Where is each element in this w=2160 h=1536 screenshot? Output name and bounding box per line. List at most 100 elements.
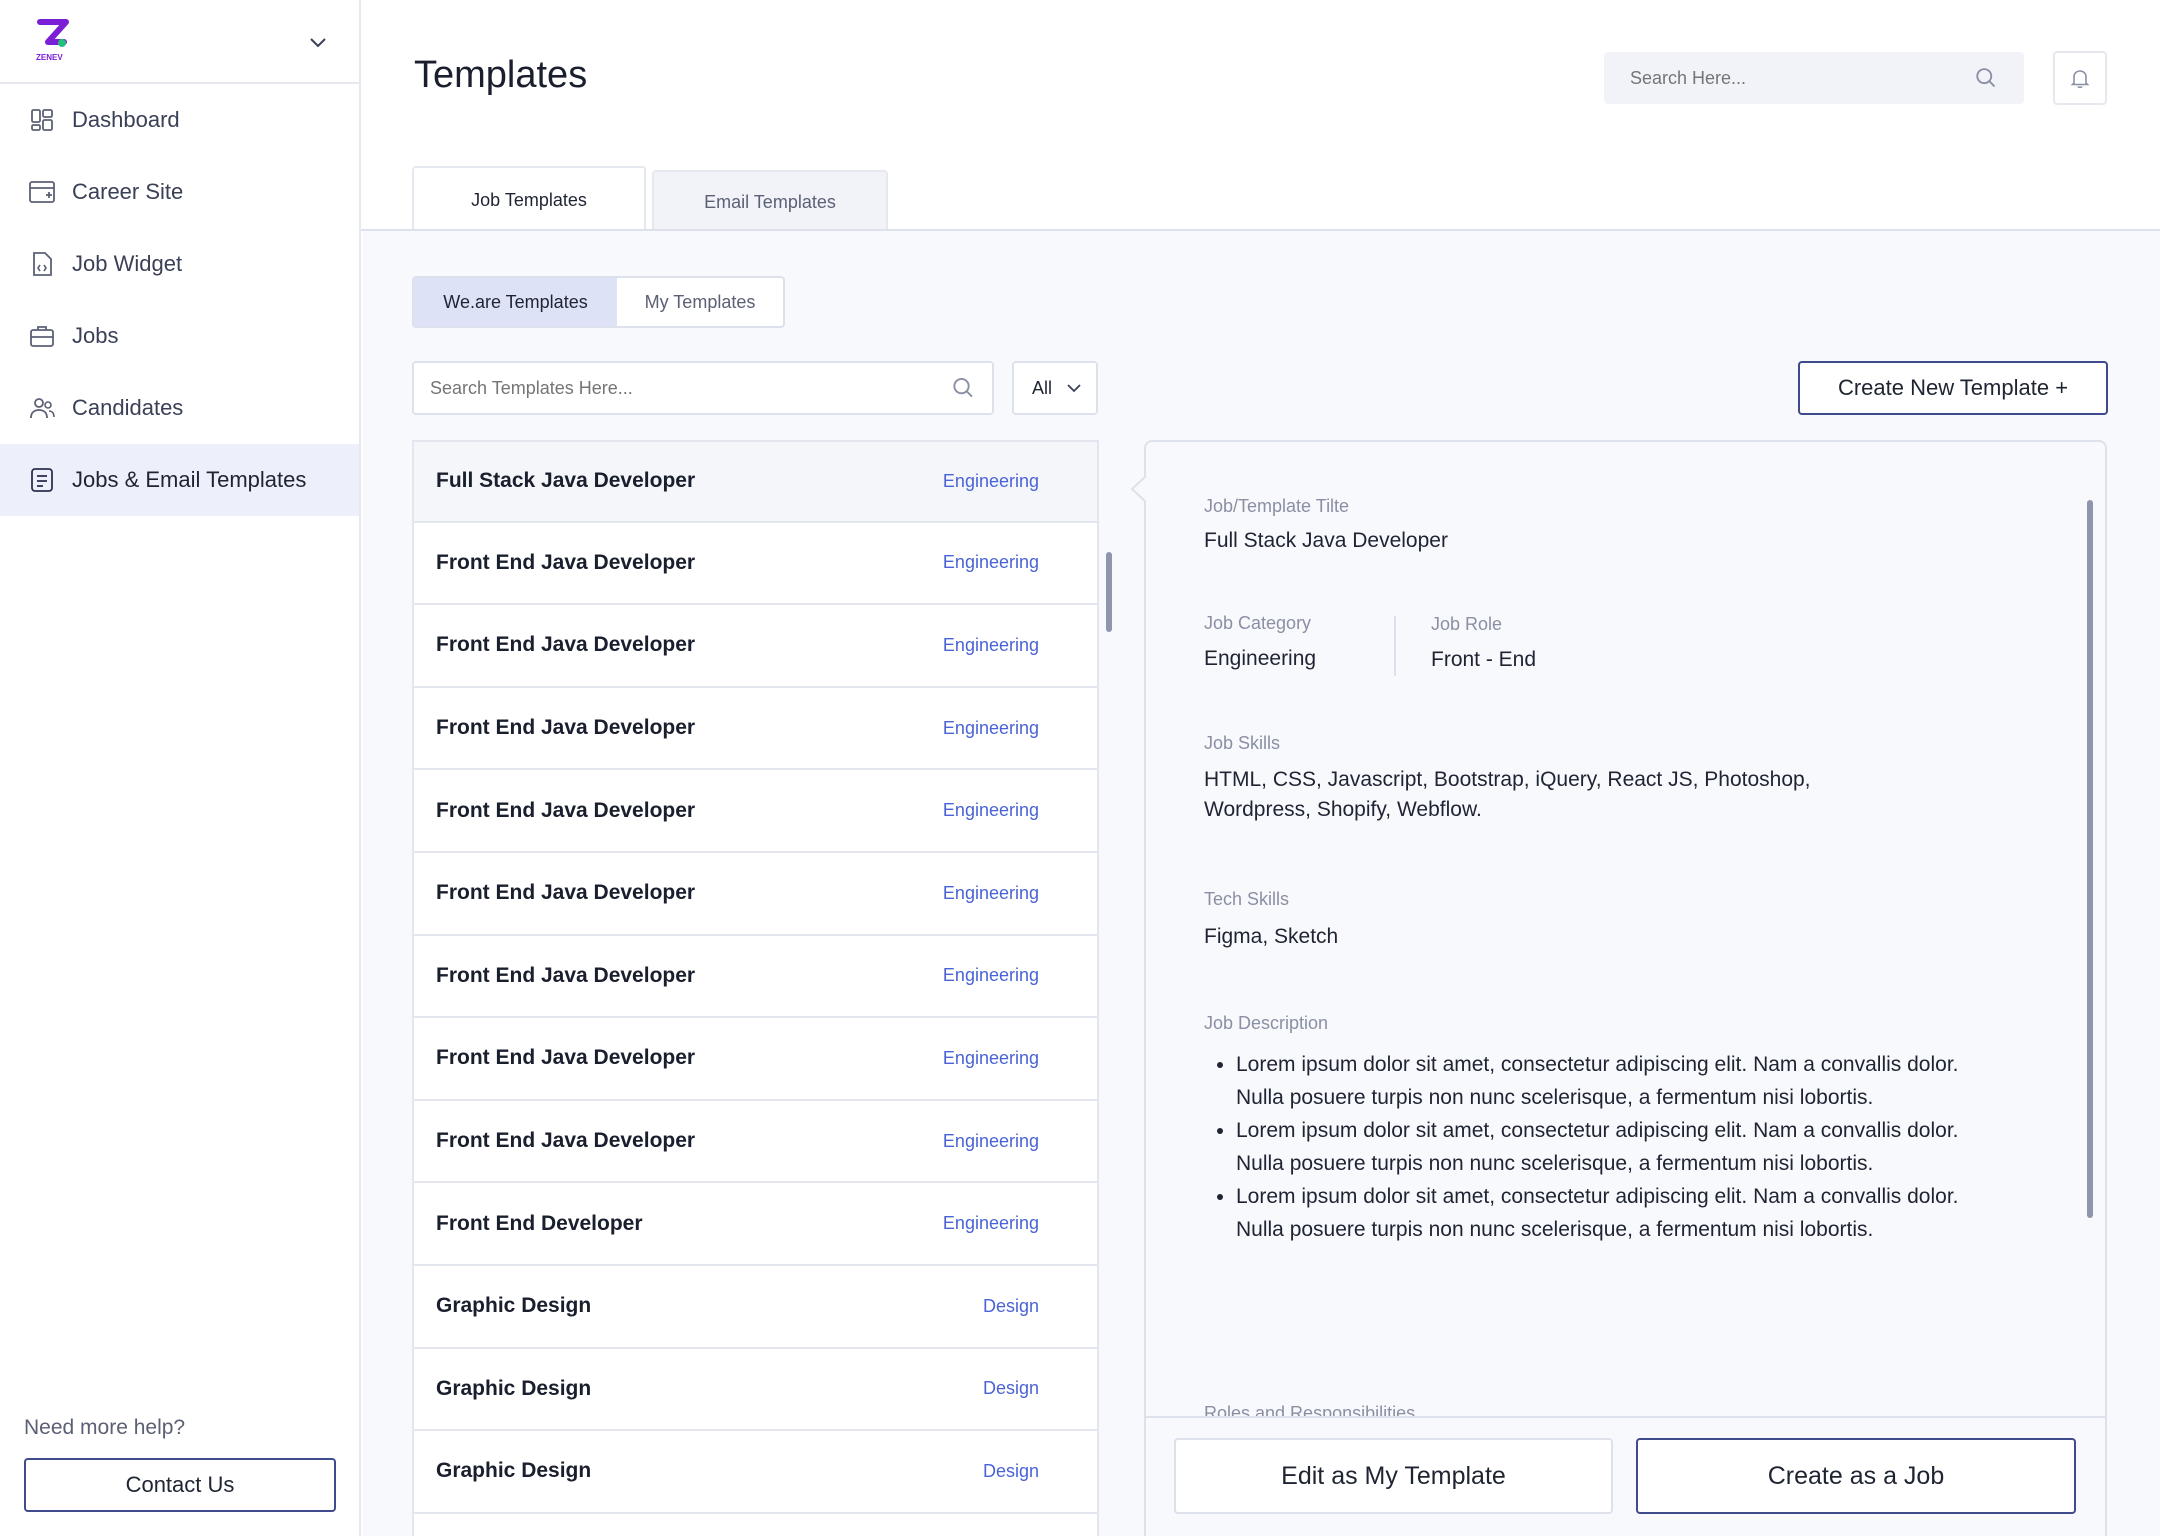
detail-skills-label: Job Skills	[1204, 733, 1281, 753]
template-row[interactable]: Graphic Design Design	[412, 1431, 1099, 1514]
sidebar-item-label: Jobs	[72, 323, 119, 348]
contact-us-button[interactable]: Contact Us	[24, 1458, 336, 1512]
filter-value: All	[1032, 377, 1053, 398]
detail-category-value: Engineering	[1204, 647, 1317, 670]
template-category: Engineering	[942, 1047, 1039, 1068]
template-row[interactable]: Graphic Design Design	[412, 1348, 1099, 1432]
template-name: Front End Developer	[436, 1211, 643, 1235]
zenev-logo[interactable]: ZENEV	[36, 18, 72, 64]
description-item: Lorem ipsum dolor sit amet, consectetur …	[1236, 1114, 1964, 1180]
create-new-template-button[interactable]: Create New Template +	[1798, 361, 2108, 415]
brand-bar: ZENEV	[0, 0, 359, 84]
people-icon	[28, 394, 56, 422]
detail-scrollbar[interactable]	[2087, 500, 2093, 1218]
segment-my-templates[interactable]: My Templates	[617, 278, 783, 326]
template-name: Full Stack Java Developer	[436, 469, 696, 493]
sidebar-nav: Dashboard Career Site Job Widget Jobs Ca…	[0, 84, 359, 516]
logo-text: ZENEV	[36, 53, 63, 62]
tab-job-templates[interactable]: Job Templates	[412, 166, 646, 232]
sidebar-item-jobs[interactable]: Jobs	[0, 300, 359, 372]
template-row[interactable]: Front End Java Developer Engineering	[412, 770, 1099, 853]
detail-field-divider	[1394, 616, 1396, 676]
template-name: Front End Java Developer	[436, 798, 696, 822]
code-file-icon	[28, 250, 56, 278]
template-row[interactable]: Graphic Design Design	[412, 1265, 1099, 1349]
dashboard-icon	[28, 106, 56, 134]
template-category: Engineering	[942, 1213, 1039, 1234]
template-category: Engineering	[942, 1130, 1039, 1151]
template-name: Graphic Design	[436, 1294, 592, 1318]
template-category: Engineering	[942, 717, 1039, 738]
template-row[interactable]: Front End Developer Engineering	[412, 1183, 1099, 1266]
search-icon[interactable]	[951, 375, 976, 401]
template-category: Engineering	[942, 470, 1039, 491]
template-row[interactable]: Front End Java Developer Engineering	[412, 687, 1099, 771]
template-name: Graphic Design	[436, 1376, 592, 1400]
template-icon	[28, 466, 56, 494]
template-row[interactable]: Full Stack Java Developer Engineering	[412, 440, 1099, 523]
template-category: Engineering	[942, 552, 1039, 573]
browser-window-icon	[28, 178, 56, 206]
help-text: Need more help?	[24, 1416, 186, 1439]
detail-title-value: Full Stack Java Developer	[1204, 529, 1448, 552]
edit-as-my-template-button[interactable]: Edit as My Template	[1174, 1438, 1613, 1514]
list-scrollbar[interactable]	[1106, 552, 1112, 632]
bell-icon	[2070, 70, 2090, 89]
detail-category-label: Job Category	[1204, 613, 1312, 633]
sidebar-item-jobs-email-templates[interactable]: Jobs & Email Templates	[0, 444, 359, 516]
template-name: Front End Java Developer	[436, 716, 696, 740]
global-search[interactable]	[1604, 52, 2024, 104]
template-category: Engineering	[942, 965, 1039, 986]
template-search-input[interactable]	[430, 377, 952, 399]
sidebar-item-career-site[interactable]: Career Site	[0, 156, 359, 228]
template-name: Front End Java Developer	[436, 963, 696, 987]
template-row[interactable]: Front End Java Developer Engineering	[412, 1100, 1099, 1184]
template-category: Engineering	[942, 634, 1039, 655]
detail-description-list: Lorem ipsum dolor sit amet, consectetur …	[1204, 1048, 1964, 1246]
selection-pointer	[1130, 476, 1146, 502]
template-search[interactable]	[412, 361, 994, 415]
template-row[interactable]: Front End Java Developer Engineering	[412, 935, 1099, 1019]
create-as-job-button[interactable]: Create as a Job	[1636, 1438, 2076, 1514]
template-source-toggle: We.are Templates My Templates	[412, 276, 785, 328]
sidebar-item-label: Career Site	[72, 179, 184, 204]
description-item: Lorem ipsum dolor sit amet, consectetur …	[1236, 1180, 1964, 1246]
sidebar-item-job-widget[interactable]: Job Widget	[0, 228, 359, 300]
template-category: Engineering	[942, 800, 1039, 821]
page-title: Templates	[414, 54, 588, 96]
description-item: Lorem ipsum dolor sit amet, consectetur …	[1236, 1048, 1964, 1114]
template-name: Front End Java Developer	[436, 1129, 696, 1153]
detail-tech-label: Tech Skills	[1204, 889, 1290, 909]
detail-title-label: Job/Template Tilte	[1204, 496, 1350, 516]
template-detail-panel	[1144, 440, 2107, 1536]
template-row[interactable]: Front End Java Developer Engineering	[412, 605, 1099, 688]
sidebar-item-label: Job Widget	[72, 251, 183, 276]
detail-role-value: Front - End	[1431, 648, 1537, 671]
template-category: Design	[982, 1378, 1039, 1399]
notifications-button[interactable]	[2053, 51, 2107, 105]
chevron-down-icon[interactable]	[306, 30, 330, 54]
template-category: Design	[982, 1460, 1039, 1481]
template-name: Front End Java Developer	[436, 881, 696, 905]
briefcase-icon	[28, 322, 56, 350]
tab-email-templates[interactable]: Email Templates	[652, 170, 888, 232]
sidebar: ZENEV Dashboard Career Site Job Widget J…	[0, 0, 361, 1536]
template-row[interactable]: Front End Java Developer Engineering	[412, 522, 1099, 606]
template-row[interactable]	[412, 1513, 1099, 1536]
template-row[interactable]: Front End Java Developer Engineering	[412, 1018, 1099, 1101]
sidebar-item-label: Jobs & Email Templates	[72, 467, 307, 492]
sidebar-item-label: Dashboard	[72, 107, 180, 132]
detail-description-label: Job Description	[1204, 1013, 1329, 1033]
sidebar-item-label: Candidates	[72, 395, 184, 420]
template-name: Front End Java Developer	[436, 1046, 696, 1070]
template-row[interactable]: Front End Java Developer Engineering	[412, 852, 1099, 936]
global-search-input[interactable]	[1630, 67, 1974, 89]
detail-tech-value: Figma, Sketch	[1204, 925, 1339, 948]
search-icon[interactable]	[1974, 65, 1998, 91]
segment-weare-templates[interactable]: We.are Templates	[414, 278, 617, 326]
category-filter-select[interactable]: All	[1012, 361, 1098, 415]
sidebar-item-dashboard[interactable]: Dashboard	[0, 84, 359, 156]
detail-role-label: Job Role	[1431, 614, 1503, 634]
sidebar-item-candidates[interactable]: Candidates	[0, 372, 359, 444]
template-list: Full Stack Java Developer Engineering Fro…	[412, 440, 1099, 1536]
